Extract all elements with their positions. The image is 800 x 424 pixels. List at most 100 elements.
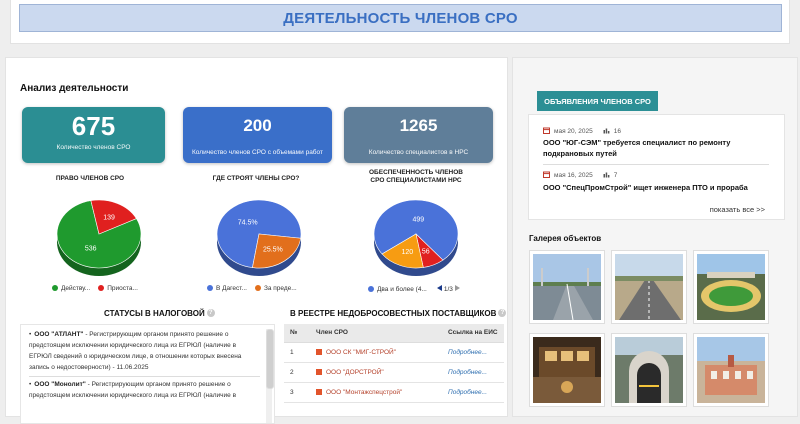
list-item: • ООО "АТЛАНТ" - Регистрирующим органом п… <box>29 331 242 371</box>
row-member: ООО "ДОРСТРОЙ" <box>310 362 442 383</box>
legend-label: В Дагест... <box>216 285 247 292</box>
details-link[interactable]: Подробнее... <box>448 389 487 396</box>
table-header-row: № Член СРО Ссылка на ЕИС <box>284 324 504 343</box>
row-link-cell: Подробнее... <box>442 382 504 403</box>
announcement-title-link[interactable]: ООО "СпецПромСтрой" ищет инженера ПТО и … <box>543 182 773 193</box>
pager-next-icon[interactable] <box>454 285 460 291</box>
sidebar: ОБЪЯВЛЕНИЯ ЧЛЕНОВ СРО мая 20, 2025 16 ОО… <box>512 57 798 417</box>
legend-dot-icon <box>254 285 261 291</box>
pie-slice-label: 120 <box>402 249 414 256</box>
divider <box>29 376 260 377</box>
announcement-title-link[interactable]: ООО "ЮГ-СЭМ" требуется специалист по рем… <box>543 137 773 159</box>
suppliers-title: В РЕЕСТРЕ НЕДОБРОСОВЕСТНЫХ ПОСТАВЩИКОВ <box>290 309 497 318</box>
column-header-member: Член СРО <box>310 324 442 343</box>
table-row: 3 ООО "Монтажспецстрой" Подробнее... <box>284 382 504 403</box>
stat-specialists[interactable]: 1265 Количество специалистов в НРС <box>344 107 493 163</box>
pie-slice-label: 499 <box>412 216 424 223</box>
gallery-thumb-hall[interactable] <box>529 333 605 407</box>
pie-specialists-legend: Два и более (4... 1/3 <box>368 285 462 293</box>
pie-slice-label: 536 <box>85 245 97 252</box>
legend-label: Действу... <box>61 285 91 292</box>
row-number: 3 <box>284 382 310 403</box>
details-link[interactable]: Подробнее... <box>448 369 487 376</box>
column-header-num: № <box>284 324 310 343</box>
pie-slice-label: 56 <box>422 248 430 255</box>
row-link-cell: Подробнее... <box>442 342 504 363</box>
help-icon[interactable]: ? <box>498 309 507 317</box>
tax-item-org: ООО "Монолит" <box>34 381 86 388</box>
tax-item-org: ООО "АТЛАНТ" <box>34 331 84 338</box>
member-name: ООО "Монтажспецстрой" <box>326 388 403 396</box>
views-icon <box>603 171 610 180</box>
gallery-thumb-tunnel[interactable] <box>611 333 687 407</box>
pager-label: 1/3 <box>443 286 453 293</box>
show-all-link[interactable]: показать все >> <box>710 205 765 214</box>
legend-pager: 1/3 <box>435 285 462 293</box>
table-row: 2 ООО "ДОРСТРОЙ" Подробнее... <box>284 362 504 383</box>
pie-location-title: ГДЕ СТРОЯТ ЧЛЕНЫ СРО? <box>186 175 326 183</box>
page-title: ДЕЯТЕЛЬНОСТЬ ЧЛЕНОВ СРО <box>19 4 782 32</box>
tunnel-image <box>615 337 683 403</box>
legend-item-suspended[interactable]: Приоста... <box>98 285 138 292</box>
legend-item-two-plus[interactable]: Два и более (4... <box>368 285 427 293</box>
views-icon <box>603 127 610 136</box>
hall-image <box>533 337 601 403</box>
legend-item-active[interactable]: Действу... <box>52 285 90 292</box>
scrollbar-thumb[interactable] <box>266 329 274 389</box>
legend-label: Приоста... <box>107 285 138 292</box>
row-number: 2 <box>284 362 310 383</box>
highway-image <box>615 254 683 320</box>
stat-specialists-label: Количество специалистов в НРС <box>368 149 469 156</box>
stat-members-with-works-label: Количество членов СРО с объемами работ <box>192 149 323 156</box>
stat-specialists-value: 1265 <box>399 116 438 135</box>
stat-members-value: 675 <box>71 111 116 141</box>
tax-list-scrollbar[interactable] <box>266 329 274 423</box>
stat-members[interactable]: 675 Количество членов СРО <box>22 107 165 163</box>
pie-rights-legend: Действу... Приоста... <box>52 285 138 292</box>
pie-location-legend: В Дагест... За преде... <box>207 285 297 292</box>
legend-label: За преде... <box>263 285 297 292</box>
calendar-icon <box>543 171 550 180</box>
gallery-thumb-building[interactable] <box>693 333 769 407</box>
stat-members-label: Количество членов СРО <box>56 144 131 151</box>
tax-status-list: • ООО "АТЛАНТ" - Регистрирующим органом п… <box>20 324 275 424</box>
legend-label: Два и более (4... <box>377 285 427 293</box>
legend-dot-icon <box>207 285 213 291</box>
row-member: ООО СК "МИГ-СТРОЙ" <box>310 342 442 363</box>
stat-members-with-works[interactable]: 200 Количество членов СРО с объемами раб… <box>183 107 332 163</box>
pie-slice-label: 139 <box>103 215 115 222</box>
pie-slice-label: 74.5% <box>238 219 258 226</box>
announcement-views: 16 <box>613 128 621 135</box>
suppliers-heading: В РЕЕСТРЕ НЕДОБРОСОВЕСТНЫХ ПОСТАВЩИКОВ? <box>290 309 507 318</box>
pager-prev-icon[interactable] <box>436 285 442 291</box>
announcements-title[interactable]: ОБЪЯВЛЕНИЯ ЧЛЕНОВ СРО <box>537 91 658 111</box>
pie-specialists-title-line2: СРО СПЕЦИАЛИСТАМИ НРС <box>370 177 462 184</box>
building-image <box>697 337 765 403</box>
pie-chart-location: 74.5% 25.5% <box>216 199 302 276</box>
announcement-date: мая 20, 2025 <box>554 128 593 135</box>
member-square-icon <box>316 368 322 375</box>
details-link[interactable]: Подробнее... <box>448 349 487 356</box>
column-header-link: Ссылка на ЕИС <box>442 324 504 343</box>
top-banner-area: ДЕЯТЕЛЬНОСТЬ ЧЛЕНОВ СРО <box>10 0 790 44</box>
help-icon[interactable]: ? <box>206 309 215 317</box>
tax-status-title: СТАТУСЫ В НАЛОГОВОЙ <box>104 309 205 318</box>
legend-dot-icon <box>98 285 105 291</box>
legend-item-dagestan[interactable]: В Дагест... <box>207 285 247 292</box>
activity-analysis-panel: Анализ деятельности 675 Количество члено… <box>5 57 508 424</box>
pie-location-title-text: ГДЕ СТРОЯТ ЧЛЕНЫ СРО? <box>212 175 300 182</box>
pie-chart-rights: 536 139 <box>56 199 142 276</box>
row-number: 1 <box>284 342 310 363</box>
legend-dot-icon <box>368 285 374 292</box>
member-square-icon <box>316 348 322 355</box>
pie-rights-title: ПРАВО ЧЛЕНОВ СРО <box>20 175 160 183</box>
pie-chart-specialists: 499 56 120 <box>373 199 459 276</box>
legend-item-outside[interactable]: За преде... <box>254 285 297 292</box>
gallery-thumb-highway[interactable] <box>611 250 687 324</box>
announcement-meta: мая 20, 2025 16 <box>543 127 621 136</box>
pie-specialists-title: ОБЕСПЕЧЕННОСТЬ ЧЛЕНОВ СРО СПЕЦИАЛИСТАМИ … <box>361 169 471 185</box>
gallery-thumb-road[interactable] <box>529 250 605 324</box>
pie-rights-title-text: ПРАВО ЧЛЕНОВ СРО <box>55 175 125 182</box>
gallery-thumb-stadium[interactable] <box>693 250 769 324</box>
tax-status-heading: СТАТУСЫ В НАЛОГОВОЙ? <box>104 309 215 318</box>
